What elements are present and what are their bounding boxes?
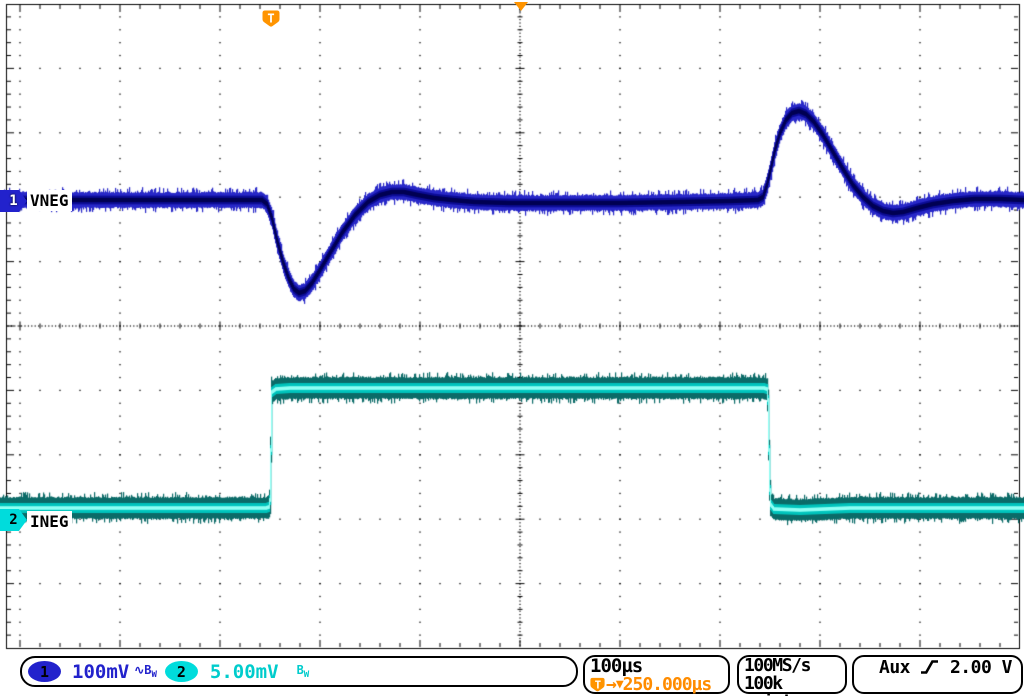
ch1-coupling-bandwidth-icons: ∿BW: [134, 663, 157, 680]
trigger-delay-readout: T →▼250.000µs: [590, 676, 723, 694]
ac-coupling-icon: ∿: [134, 663, 144, 677]
oscilloscope-screen: T 1 VNEG 2 INEG 1 100mV ∿BW 2 5.00mV BW …: [0, 0, 1024, 696]
delay-arrow: →: [606, 676, 616, 694]
svg-text:T: T: [267, 12, 274, 26]
delay-value: 250.000µs: [623, 676, 712, 694]
timebase-readout-box[interactable]: 100µs T →▼250.000µs: [583, 655, 730, 694]
waveform-display: [0, 0, 1024, 652]
rising-edge-icon: [919, 658, 940, 676]
ch2-trace-label: INEG: [27, 511, 72, 532]
trigger-readout-box[interactable]: Aux 2.00 V: [852, 655, 1023, 694]
ch1-badge[interactable]: 1: [28, 661, 61, 682]
delay-reference-marker[interactable]: [514, 2, 528, 11]
trigger-level: 2.00 V: [950, 658, 1012, 678]
trigger-source: Aux: [879, 658, 910, 678]
ch1-badge-number: 1: [40, 663, 49, 681]
record-length: 100k points: [744, 675, 840, 696]
ch2-badge[interactable]: 2: [165, 661, 198, 682]
ch1-scale-readout: 100mV: [72, 661, 129, 683]
bandwidth-limit-icon: BW: [144, 663, 157, 677]
trigger-position-marker[interactable]: T: [262, 10, 280, 28]
ch1-marker-number: 1: [9, 193, 17, 209]
delay-triangle-icon: ▼: [616, 676, 623, 694]
ch2-scale-readout: 5.00mV: [210, 661, 279, 683]
acquisition-readout-box[interactable]: 100MS/s 100k points: [737, 655, 847, 694]
trigger-shield-icon: T: [262, 10, 280, 28]
ch1-trace-label: VNEG: [27, 190, 72, 211]
ch2-badge-number: 2: [177, 663, 186, 681]
trigger-shield-icon-small: T: [590, 677, 605, 693]
ch2-marker-number: 2: [9, 512, 17, 528]
ch2-bandwidth-icon: BW: [297, 663, 310, 680]
channel-readout-box[interactable]: 1 100mV ∿BW 2 5.00mV BW: [20, 656, 578, 687]
